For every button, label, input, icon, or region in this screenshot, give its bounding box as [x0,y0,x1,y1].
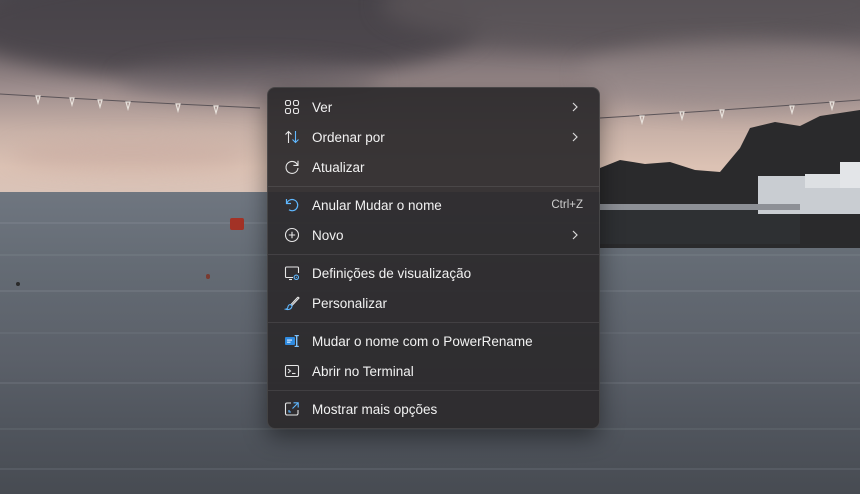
powerrename-icon [282,331,302,351]
menu-separator [268,389,599,391]
expand-icon [282,399,302,419]
menu-item-label: Definições de visualização [312,265,472,281]
menu-item-label: Mudar o nome com o PowerRename [312,333,533,349]
wallpaper-buoy [16,282,20,286]
undo-icon [282,195,302,215]
menu-item-label: Ordenar por [312,129,385,145]
wallpaper-rocks [600,110,860,248]
menu-item-view[interactable]: Ver [272,92,595,122]
menu-separator [268,321,599,323]
display-settings-icon [282,263,302,283]
menu-item-show-more-options[interactable]: Mostrar mais opções [272,394,595,424]
wallpaper-cloud [10,140,250,170]
menu-item-powerrename[interactable]: Mudar o nome com o PowerRename [272,326,595,356]
brush-icon [282,293,302,313]
menu-item-new[interactable]: Novo [272,220,595,250]
sort-arrows-icon [282,127,302,147]
menu-item-open-terminal[interactable]: Abrir no Terminal [272,356,595,386]
menu-item-refresh[interactable]: Atualizar [272,152,595,182]
menu-item-label: Personalizar [312,295,388,311]
plus-circle-icon [282,225,302,245]
menu-item-display-settings[interactable]: Definições de visualização [272,258,595,288]
menu-separator [268,253,599,255]
menu-item-label: Atualizar [312,159,365,175]
menu-item-label: Novo [312,227,344,243]
menu-item-label: Mostrar mais opções [312,401,438,417]
terminal-icon [282,361,302,381]
menu-item-label: Ver [312,99,333,115]
wallpaper-buoy [230,218,244,230]
menu-item-personalize[interactable]: Personalizar [272,288,595,318]
menu-item-sort-by[interactable]: Ordenar por [272,122,595,152]
keyboard-shortcut: Ctrl+Z [551,199,583,211]
refresh-icon [282,157,302,177]
menu-item-undo-rename[interactable]: Anular Mudar o nome Ctrl+Z [272,190,595,220]
menu-item-label: Abrir no Terminal [312,363,414,379]
menu-item-label: Anular Mudar o nome [312,197,442,213]
chevron-right-icon [572,132,578,142]
chevron-right-icon [572,102,578,112]
context-menu: Ver Ordenar por Atualizar Anular Mudar o… [267,87,600,429]
grid-icon [282,97,302,117]
wallpaper-buoy [206,274,210,279]
menu-separator [268,185,599,187]
chevron-right-icon [572,230,578,240]
desktop[interactable]: Ver Ordenar por Atualizar Anular Mudar o… [0,0,860,494]
